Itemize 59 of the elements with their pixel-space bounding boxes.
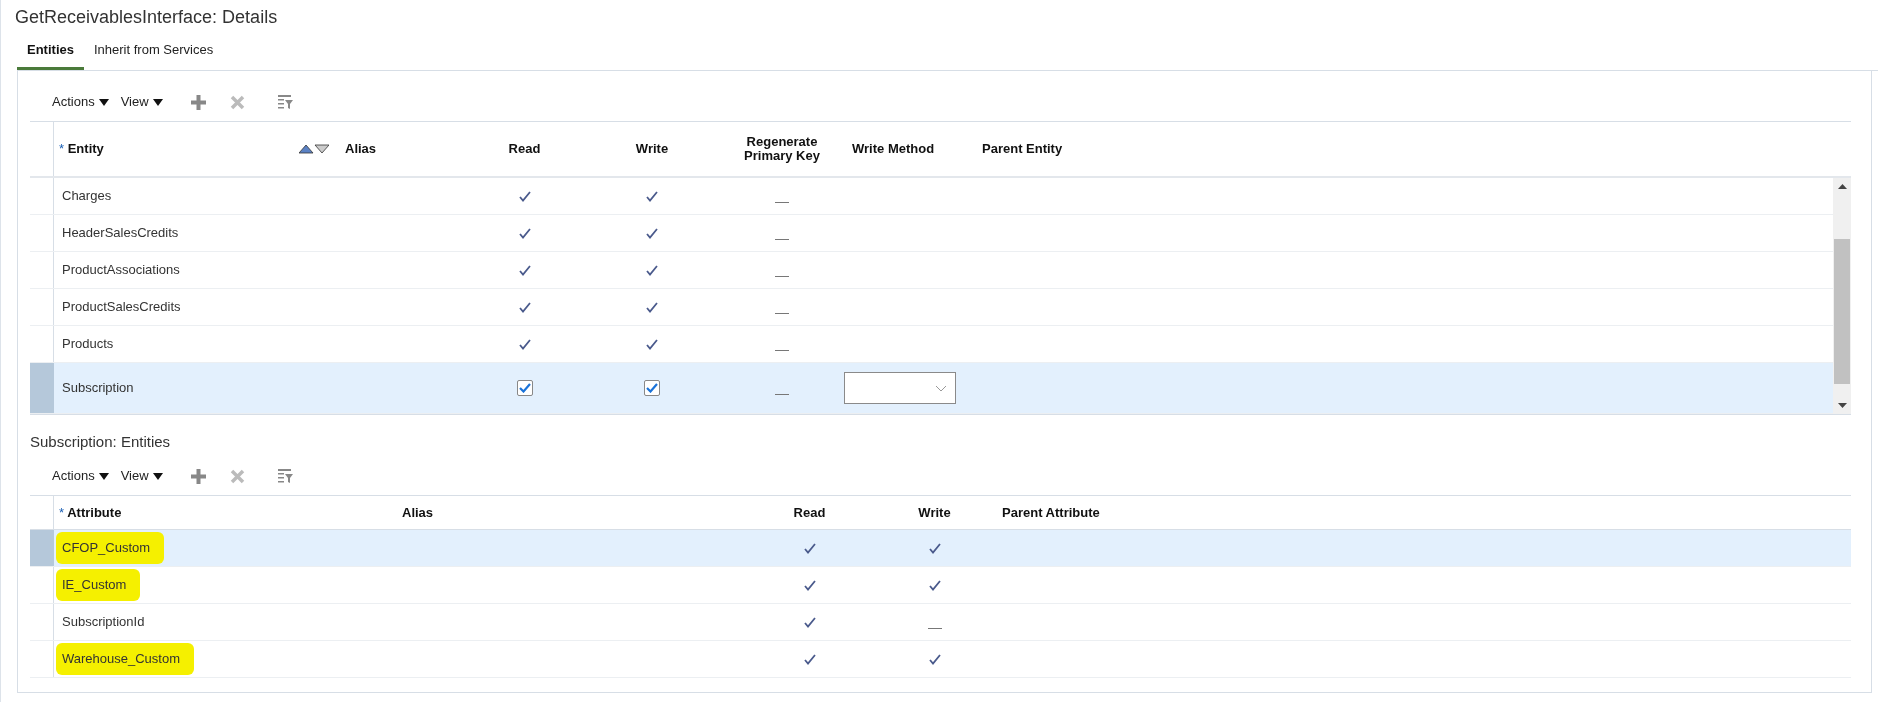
table-row[interactable]: IE_Custom (30, 567, 1851, 604)
column-header: Read (792, 503, 827, 522)
column-header: Read (507, 140, 542, 159)
delete-icon[interactable] (229, 468, 245, 484)
column-header: Write (634, 140, 670, 159)
chevron-down-icon (935, 384, 947, 392)
scroll-down-icon[interactable] (1837, 403, 1847, 408)
column-header: Alias (401, 503, 435, 522)
caret-icon (98, 472, 109, 480)
table-cell-text: Products (61, 335, 115, 354)
table-cell-text: SubscriptionId (61, 613, 146, 632)
section-title: Subscription: Entities (30, 432, 172, 452)
checkbox[interactable] (644, 380, 660, 396)
column-header: Regenerate Primary Key (743, 135, 821, 163)
column-header: Parent Entity (981, 140, 1064, 159)
table-row[interactable]: Warehouse_Custom (30, 641, 1851, 678)
table-cell-text: Subscription (61, 379, 135, 398)
tab[interactable]: Inherit from Services (83, 34, 224, 70)
column-header: Write Method (851, 140, 936, 159)
column-header: Alias (344, 140, 378, 159)
scroll-up-icon[interactable] (1837, 184, 1847, 189)
write-method-dropdown[interactable] (844, 372, 956, 404)
actions-menu[interactable]: Actions (52, 92, 109, 112)
table-row[interactable]: CFOP_Custom (30, 530, 1851, 567)
caret-icon (98, 98, 109, 106)
table-row[interactable]: ProductSalesCredits (30, 289, 1833, 326)
table-cell-text: ProductSalesCredits (61, 298, 182, 317)
actions-menu[interactable]: Actions (52, 466, 109, 486)
table-cell: IE_Custom (56, 569, 141, 601)
scrollbar-thumb[interactable] (1834, 238, 1850, 384)
table-row[interactable]: Products (30, 326, 1833, 363)
table-row[interactable]: ProductAssociations (30, 252, 1833, 289)
add-icon[interactable] (190, 468, 206, 484)
checkbox[interactable] (516, 380, 533, 396)
column-header: Parent Attribute (1001, 503, 1101, 522)
page-title: GetReceivablesInterface: Details (15, 6, 279, 29)
add-icon[interactable] (190, 94, 206, 110)
view-menu[interactable]: View (120, 466, 163, 486)
filter-table-icon[interactable] (276, 468, 294, 484)
table-cell-text: ProductAssociations (61, 261, 181, 280)
delete-icon[interactable] (229, 94, 245, 110)
table-cell-text: Charges (61, 187, 113, 206)
caret-icon (152, 98, 163, 106)
table-row[interactable]: Charges (30, 178, 1833, 215)
caret-icon (152, 472, 163, 480)
table-row[interactable]: Subscription (30, 363, 1833, 414)
view-menu[interactable]: View (120, 92, 163, 112)
tab[interactable]: Entities (17, 34, 84, 70)
column-header: Write (917, 503, 952, 522)
table-cell: Warehouse_Custom (56, 643, 194, 675)
table-row[interactable]: SubscriptionId (30, 604, 1851, 641)
table-cell: CFOP_Custom (56, 532, 165, 564)
column-header: * Entity (59, 140, 104, 159)
table-cell-text: HeaderSalesCredits (61, 224, 180, 243)
column-header: * Attribute (58, 503, 123, 522)
sort-icon[interactable] (299, 144, 329, 154)
scrollbar[interactable] (1833, 178, 1851, 414)
table-row[interactable]: HeaderSalesCredits (30, 215, 1833, 252)
filter-table-icon[interactable] (276, 94, 294, 110)
